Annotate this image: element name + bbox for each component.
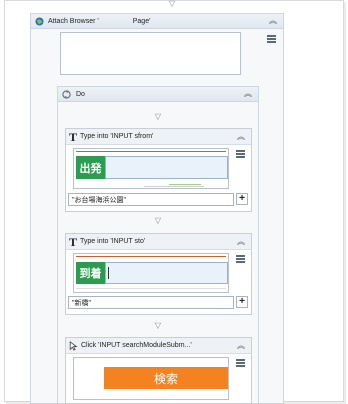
from-text-field[interactable]: "お台場海浜公園": [68, 193, 234, 206]
drop-arrow-icon: ▽: [154, 216, 162, 225]
menu-icon[interactable]: [236, 150, 245, 158]
type-into-from-header[interactable]: T Type into 'INPUT sfrom' ︽: [66, 129, 251, 145]
from-label: 出発: [76, 156, 105, 179]
menu-icon[interactable]: [267, 35, 276, 43]
collapse-icon[interactable]: ︽: [237, 133, 245, 141]
to-label: 到着: [76, 262, 105, 284]
click-title: Click 'INPUT searchModuleSubm...': [81, 342, 192, 349]
type-into-to-header[interactable]: T Type into 'INPUT sto' ︽: [66, 234, 251, 250]
type-into-from-title: Type into 'INPUT sfrom': [80, 133, 154, 140]
browser-screenshot-preview: [60, 32, 241, 75]
add-button[interactable]: +: [236, 193, 248, 205]
attach-browser-header[interactable]: Attach Browser ' Page' ︽: [31, 14, 283, 29]
attach-browser-title: Attach Browser ': [48, 17, 99, 25]
type-into-to-title: Type into 'INPUT sto': [80, 238, 146, 245]
to-text-field[interactable]: "新橋": [68, 296, 234, 309]
menu-icon[interactable]: [236, 359, 245, 367]
add-button[interactable]: +: [236, 296, 248, 308]
drop-arrow-icon: ▽: [168, 0, 176, 8]
type-text-icon: T: [69, 234, 78, 249]
to-screenshot-preview: 到着: [73, 253, 229, 293]
cursor-icon: [69, 340, 78, 351]
collapse-icon[interactable]: ︽: [269, 17, 277, 25]
from-screenshot-preview: 出発: [73, 148, 229, 189]
do-sequence-header[interactable]: Do ︽: [58, 87, 258, 102]
to-input-preview: [105, 262, 228, 284]
search-button-preview: 検索: [104, 367, 228, 389]
menu-icon[interactable]: [236, 255, 245, 263]
globe-icon: [35, 16, 44, 26]
click-screenshot-preview: 検索: [73, 357, 229, 400]
drop-arrow-icon: ▽: [154, 321, 162, 330]
drop-arrow-icon: ▽: [154, 112, 162, 121]
attach-browser-title-suffix: Page': [132, 17, 151, 25]
collapse-icon[interactable]: ︽: [237, 342, 245, 350]
from-input-preview: [105, 156, 228, 179]
click-header[interactable]: Click 'INPUT searchModuleSubm...' ︽: [66, 338, 251, 354]
collapse-icon[interactable]: ︽: [237, 238, 245, 246]
do-sequence-title: Do: [76, 90, 85, 98]
sequence-icon: [62, 89, 71, 99]
type-text-icon: T: [69, 129, 78, 144]
collapse-icon[interactable]: ︽: [244, 90, 252, 98]
